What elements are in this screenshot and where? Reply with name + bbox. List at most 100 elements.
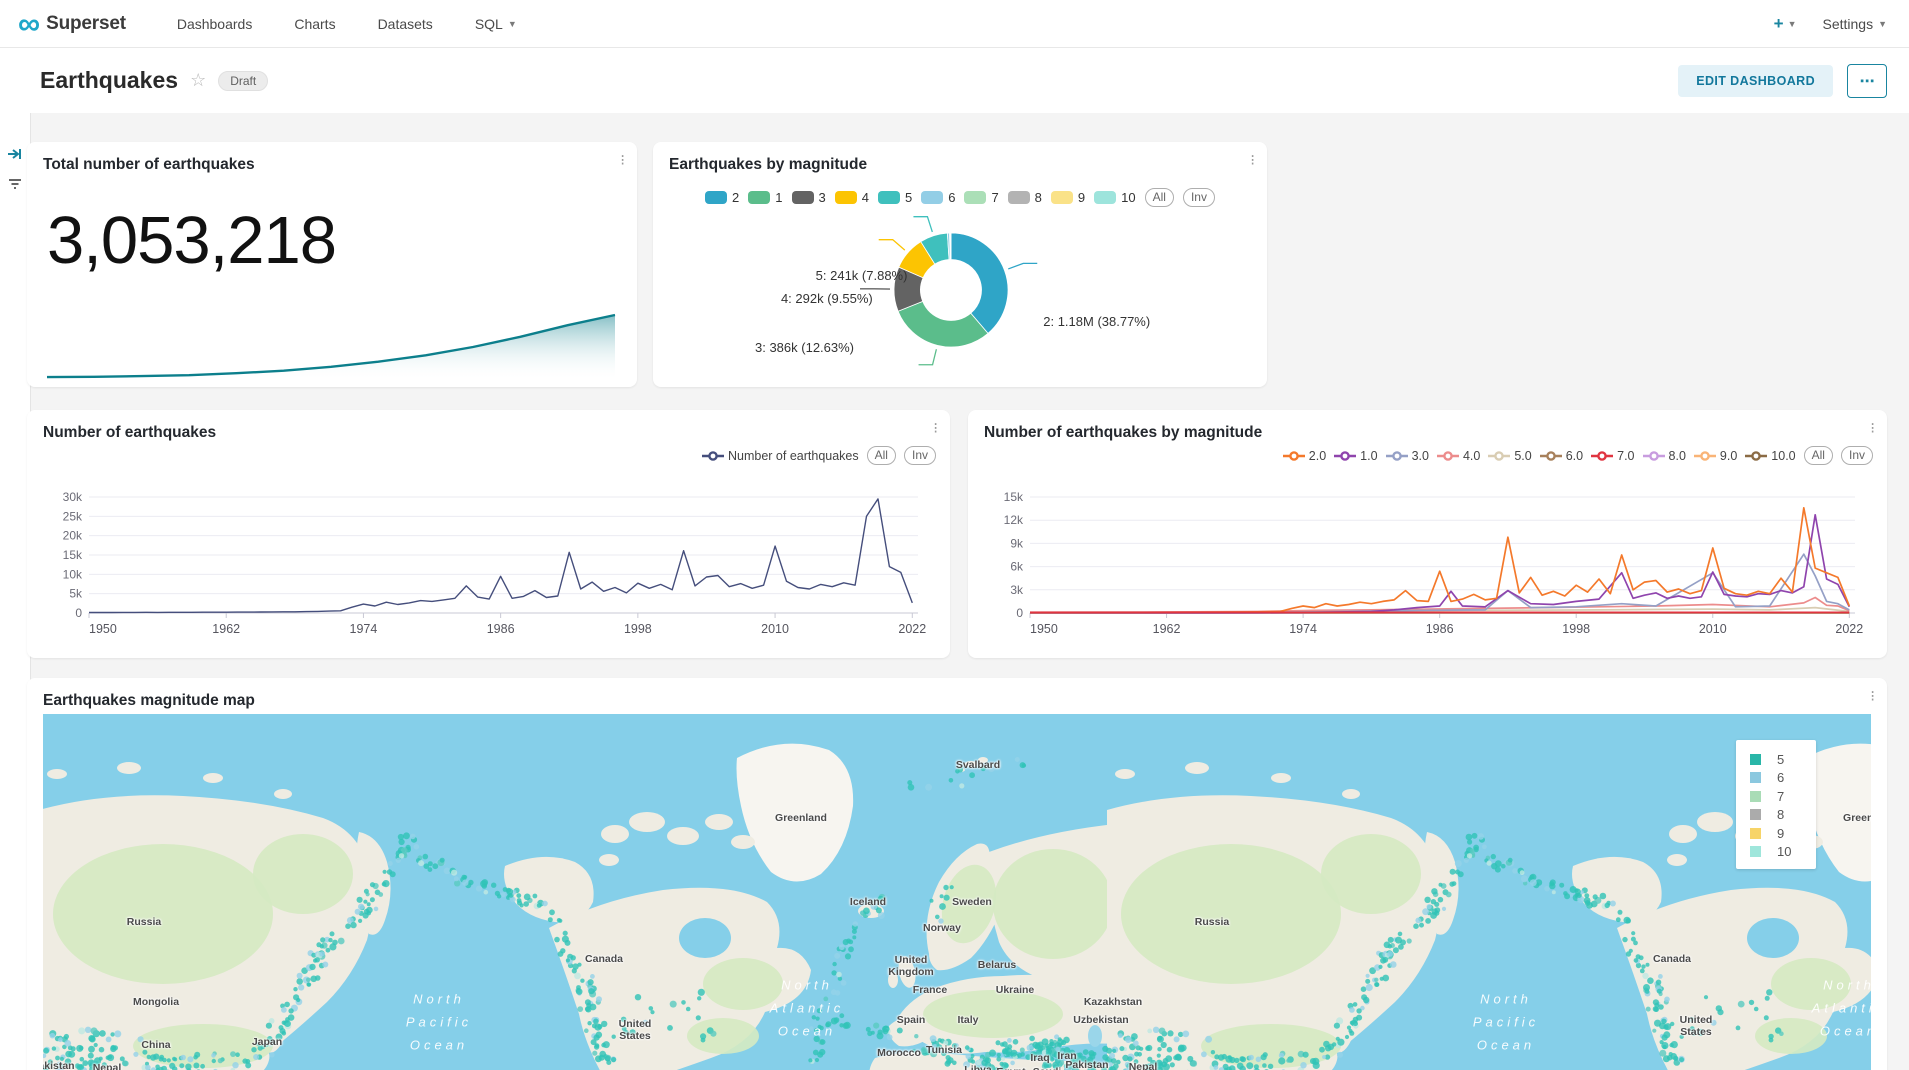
legend-line-marker <box>1283 450 1305 462</box>
dashboard-more-button[interactable]: ⋯ <box>1847 64 1887 98</box>
map-label-united-states: United States <box>1680 1014 1713 1038</box>
nav-item-datasets[interactable]: Datasets <box>357 16 454 32</box>
arrow-right-to-bar-icon <box>7 147 23 161</box>
map-legend-item-5[interactable]: 5 <box>1750 750 1816 769</box>
legend-label: 4.0 <box>1463 449 1480 463</box>
y-tick-label: 0 <box>1016 606 1023 620</box>
line-chart[interactable]: 05k10k15k20k25k30k1950196219741986199820… <box>37 487 932 652</box>
superset-logo[interactable]: ∞ Superset <box>18 10 126 38</box>
y-tick-label: 12k <box>1004 513 1024 527</box>
legend-swatch <box>1750 772 1761 783</box>
legend-line-marker <box>1437 450 1459 462</box>
nav-item-sql[interactable]: SQL▼ <box>454 16 538 32</box>
kebab-menu-icon[interactable]: ⁝ <box>1870 690 1875 704</box>
y-tick-label: 5k <box>69 587 83 601</box>
chart-card-number-by-magnitude: Number of earthquakes by magnitude ⁝ 2.0… <box>968 410 1887 658</box>
chevron-down-icon: ▼ <box>1788 19 1797 29</box>
nav-item-charts[interactable]: Charts <box>273 16 356 32</box>
x-tick-label: 1974 <box>1289 622 1317 636</box>
settings-menu[interactable]: Settings▼ <box>1822 16 1887 32</box>
map-label-libya: Libya <box>964 1064 991 1070</box>
chevron-down-icon: ▼ <box>1878 19 1887 29</box>
superset-infinity-icon: ∞ <box>18 10 40 38</box>
donut-slice-2[interactable] <box>951 233 1008 333</box>
map-label-nepal: Nepal <box>93 1062 122 1070</box>
series-legend-1.0[interactable]: 1.0 <box>1334 449 1377 463</box>
dashboard-header: Earthquakes ☆ Draft EDIT DASHBOARD ⋯ <box>0 48 1909 113</box>
chart-card-magnitude-map: Earthquakes magnitude map ⁝ SvalbardGree… <box>27 678 1887 1070</box>
map-label-france: France <box>913 984 947 996</box>
series-legend-Number of earthquakes[interactable]: Number of earthquakes <box>702 449 859 463</box>
donut-slice-1[interactable] <box>898 301 988 347</box>
legend-swatch <box>1750 754 1761 765</box>
world-map[interactable]: SvalbardGreenlandGreenlandRussiaRussiaIc… <box>43 714 1871 1070</box>
series-legend-8.0[interactable]: 8.0 <box>1643 449 1686 463</box>
map-legend-item-9[interactable]: 9 <box>1750 824 1816 843</box>
nav-item-dashboards[interactable]: Dashboards <box>156 16 274 32</box>
x-tick-label: 1950 <box>1030 622 1058 636</box>
map-label-iceland: Iceland <box>850 896 886 908</box>
series-legend-7.0[interactable]: 7.0 <box>1591 449 1634 463</box>
y-tick-label: 25k <box>63 509 83 523</box>
map-label-pakistan: Pakistan <box>1065 1059 1108 1070</box>
series-legend-3.0[interactable]: 3.0 <box>1386 449 1429 463</box>
status-badge: Draft <box>218 71 268 91</box>
ocean-label: North Pacific Ocean <box>1473 988 1539 1057</box>
legend-label: 7 <box>1777 789 1784 804</box>
x-tick-label: 1998 <box>1562 622 1590 636</box>
map-label-uzbekistan: Uzbekistan <box>1073 1014 1128 1026</box>
legend-label: 9 <box>1777 826 1784 841</box>
series-legend-5.0[interactable]: 5.0 <box>1488 449 1531 463</box>
map-legend: 5 67 89 10 <box>1736 740 1816 869</box>
legend-line-marker <box>702 450 724 462</box>
donut-chart[interactable]: 2: 1.18M (38.77%)1: 921k (30.16%)3: 386k… <box>653 202 1267 387</box>
legend-inv-button[interactable]: Inv <box>1841 446 1873 465</box>
map-legend-item-8[interactable]: 8 <box>1750 806 1816 825</box>
legend-label: 9.0 <box>1720 449 1737 463</box>
series-legend-9.0[interactable]: 9.0 <box>1694 449 1737 463</box>
series-legend-4.0[interactable]: 4.0 <box>1437 449 1480 463</box>
x-tick-label: 1962 <box>1153 622 1181 636</box>
add-new-button[interactable]: +▼ <box>1774 14 1797 34</box>
chart-title: Number of earthquakes <box>43 424 934 442</box>
trendline-sparkline <box>43 307 621 385</box>
legend-inv-button[interactable]: Inv <box>904 446 936 465</box>
nav-right: +▼ Settings▼ <box>1774 14 1887 34</box>
map-label-kazakhstan: Kazakhstan <box>1084 996 1142 1008</box>
brand-name: Superset <box>46 13 126 35</box>
expand-filter-bar-button[interactable] <box>0 141 30 167</box>
multiline-chart[interactable]: 03k6k9k12k15k195019621974198619982010202… <box>978 487 1869 652</box>
x-tick-label: 1962 <box>212 622 240 636</box>
kebab-menu-icon[interactable]: ⁝ <box>1870 422 1875 436</box>
legend-swatch <box>1750 809 1761 820</box>
filter-lines-icon <box>7 177 23 191</box>
kebab-menu-icon[interactable]: ⁝ <box>1250 154 1255 168</box>
legend-label: 6.0 <box>1566 449 1583 463</box>
filter-icon[interactable] <box>0 171 30 197</box>
legend-all-button[interactable]: All <box>867 446 896 465</box>
map-legend-item-6[interactable]: 6 <box>1750 769 1816 788</box>
map-label-saudi: Saudi <box>1033 1066 1062 1070</box>
favorite-star-icon[interactable]: ☆ <box>190 70 206 91</box>
kebab-menu-icon[interactable]: ⁝ <box>933 422 938 436</box>
legend-line-marker <box>1694 450 1716 462</box>
series-legend-6.0[interactable]: 6.0 <box>1540 449 1583 463</box>
series-legend-2.0[interactable]: 2.0 <box>1283 449 1326 463</box>
kebab-menu-icon[interactable]: ⁝ <box>620 154 625 168</box>
series-line-3.0 <box>1030 554 1849 613</box>
legend-line-marker <box>1488 450 1510 462</box>
series-legend-10.0[interactable]: 10.0 <box>1745 449 1795 463</box>
chart-title: Earthquakes magnitude map <box>43 692 1871 710</box>
map-legend-item-7[interactable]: 7 <box>1750 787 1816 806</box>
map-label-spain: Spain <box>897 1014 926 1026</box>
edit-dashboard-button[interactable]: EDIT DASHBOARD <box>1678 65 1833 97</box>
legend-label: 1.0 <box>1360 449 1377 463</box>
chart-card-number-of-earthquakes: Number of earthquakes ⁝ Number of earthq… <box>27 410 950 658</box>
legend-label: 5 <box>1777 752 1784 767</box>
map-label-sweden: Sweden <box>952 896 992 908</box>
map-legend-item-10[interactable]: 10 <box>1750 843 1816 862</box>
legend-swatch <box>1750 828 1761 839</box>
ocean-label: North Atlantic Ocean <box>770 974 845 1043</box>
legend-all-button[interactable]: All <box>1804 446 1833 465</box>
legend-swatch <box>1750 791 1761 802</box>
